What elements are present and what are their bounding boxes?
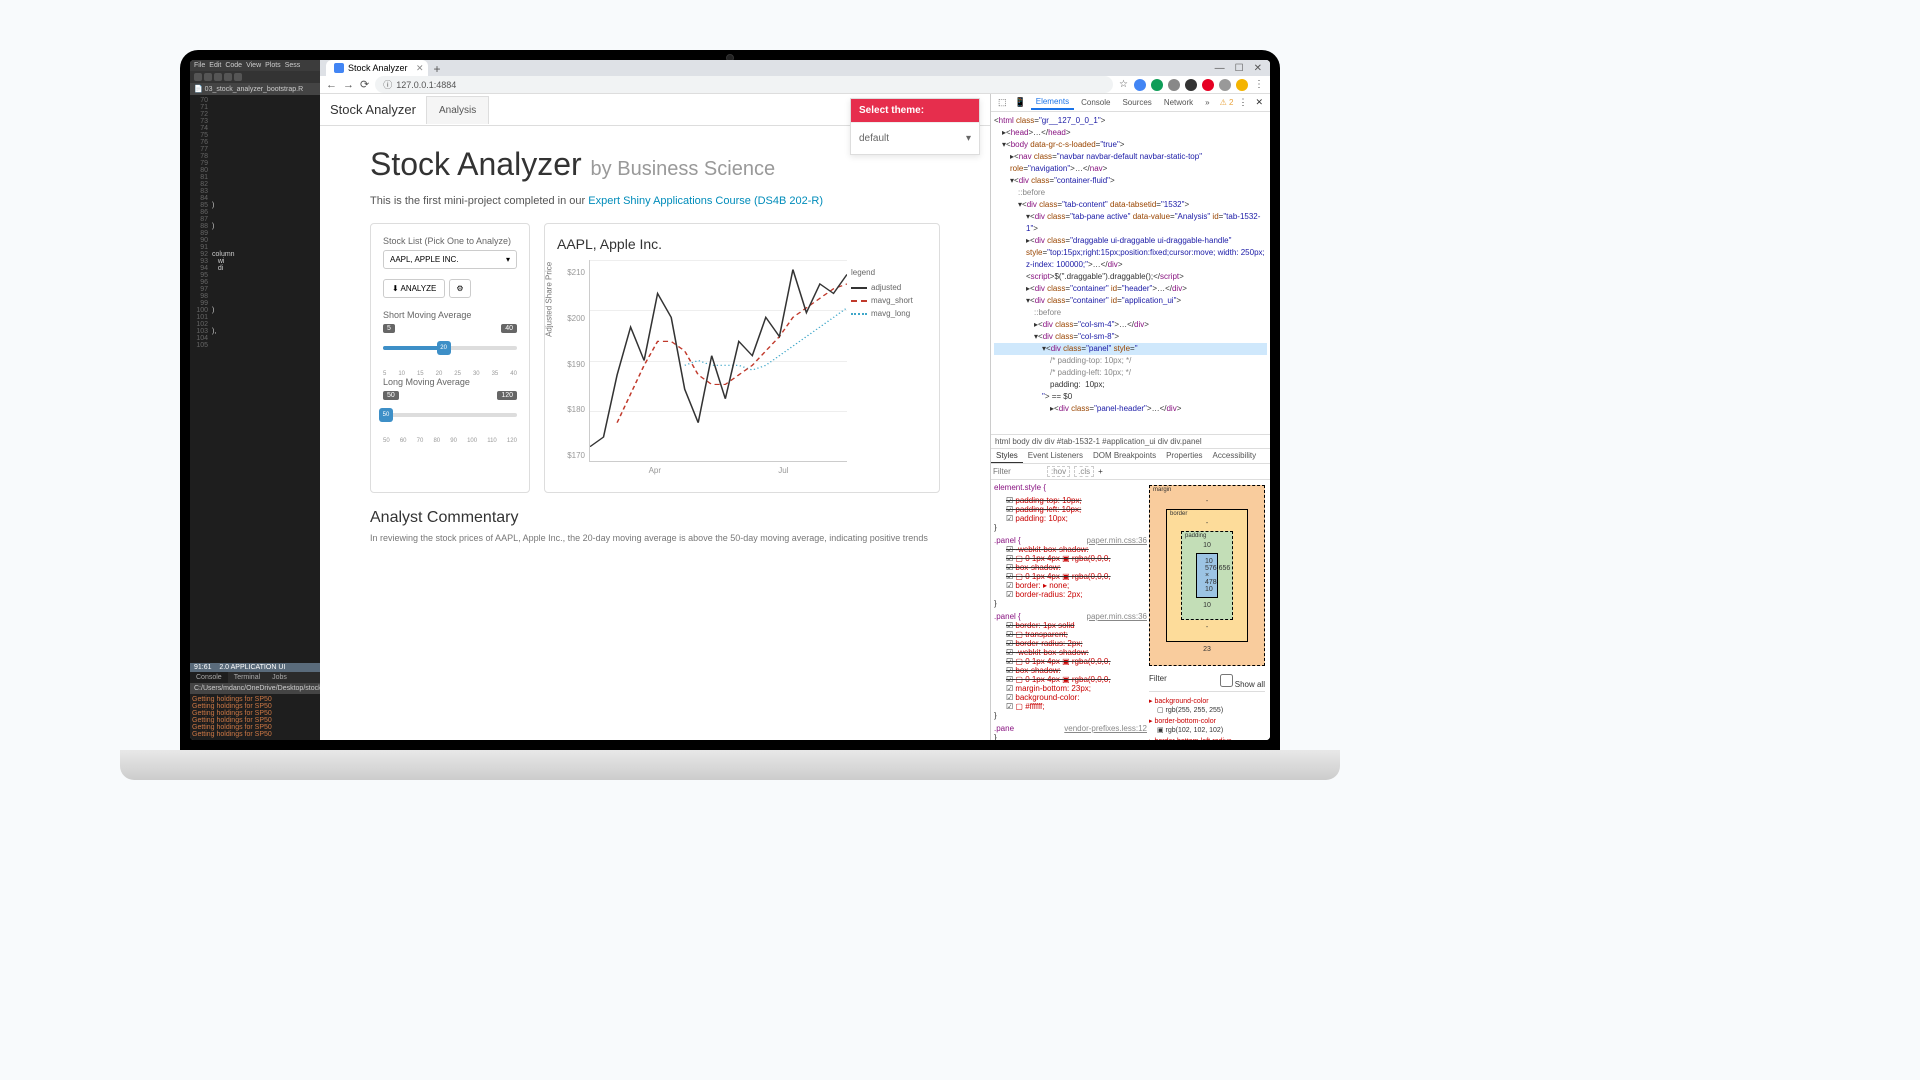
page-subtitle: by Business Science: [591, 158, 776, 180]
rstudio-toolbar[interactable]: [190, 71, 320, 83]
extension-icons[interactable]: [1134, 79, 1248, 91]
box-model: margin- border- padding10 10 576.656 × 4…: [1149, 485, 1265, 666]
rstudio-console-path: C:/Users/mdanc/OneDrive/Desktop/stock_a: [190, 683, 320, 694]
devtools-tabs[interactable]: ⬚ 📱 Elements Console Sources Network » ⚠…: [991, 94, 1270, 112]
tab-favicon: [334, 63, 344, 73]
intro-text: This is the first mini-project completed…: [370, 195, 940, 207]
back-button[interactable]: ←: [326, 79, 337, 91]
rstudio-code-editor[interactable]: 70717273747576777879808182838485)868788)…: [190, 95, 320, 663]
commentary-heading: Analyst Commentary: [370, 509, 940, 527]
sma-label: Short Moving Average: [383, 310, 517, 320]
lma-label: Long Moving Average: [383, 377, 517, 387]
y-axis-ticks: $210$200$190$180$170: [557, 260, 589, 480]
rstudio-window: FileEditCodeViewPlotsSess 📄 03_stock_ana…: [190, 60, 320, 740]
settings-button[interactable]: ⚙: [449, 279, 470, 298]
rstudio-status-band: 91:61 2.0 APPLICATION UI: [190, 663, 320, 672]
x-axis-ticks: AprJul: [590, 466, 847, 475]
dom-breadcrumb[interactable]: html body div div #tab-1532-1 #applicati…: [991, 434, 1270, 449]
nav-tab-analysis[interactable]: Analysis: [426, 96, 489, 124]
rstudio-console[interactable]: Getting holdings for SP50Getting holding…: [190, 694, 320, 740]
browser-tab[interactable]: Stock Analyzer ✕: [326, 60, 428, 76]
show-all-checkbox[interactable]: [1220, 674, 1233, 687]
app-brand: Stock Analyzer: [330, 102, 416, 117]
y-axis-label: Adjusted Share Price: [545, 262, 554, 337]
tab-title: Stock Analyzer: [348, 63, 408, 73]
info-icon: ⓘ: [383, 78, 392, 91]
address-bar[interactable]: ⓘ 127.0.0.1:4884: [375, 76, 1113, 93]
shiny-app: Stock Analyzer Analysis Select theme: de…: [320, 94, 990, 740]
controls-panel: Stock List (Pick One to Analyze) AAPL, A…: [370, 223, 530, 493]
dom-tree[interactable]: <html class="gr__127_0_0_1"> ▸<head>…</h…: [991, 112, 1270, 434]
stock-list-label: Stock List (Pick One to Analyze): [383, 236, 517, 246]
sma-slider[interactable]: 20: [383, 339, 517, 359]
styles-filter-input[interactable]: [993, 467, 1043, 476]
chrome-menu-icon[interactable]: ⋮: [1254, 79, 1264, 90]
devtools-close-icon[interactable]: ✕: [1252, 97, 1266, 108]
new-tab-button[interactable]: +: [434, 62, 441, 76]
gear-icon: ⚙: [456, 284, 463, 293]
lma-handle[interactable]: 50: [379, 408, 393, 422]
sma-handle[interactable]: 20: [437, 341, 451, 355]
window-close-button[interactable]: ✕: [1254, 63, 1262, 74]
rstudio-menubar[interactable]: FileEditCodeViewPlotsSess: [190, 60, 320, 71]
styles-pane[interactable]: element.style {☑ padding-top: 10px;☑ pad…: [991, 480, 1270, 741]
url-text: 127.0.0.1:4884: [396, 80, 456, 90]
rstudio-bottom-tabs[interactable]: ConsoleTerminalJobs: [190, 672, 320, 683]
commentary-text: In reviewing the stock prices of AAPL, A…: [370, 533, 940, 543]
chart-legend: legend adjusted mavg_short mavg_long: [847, 260, 927, 480]
chrome-devtools: ⬚ 📱 Elements Console Sources Network » ⚠…: [990, 94, 1270, 740]
course-link[interactable]: Expert Shiny Applications Course (DS4B 2…: [588, 195, 823, 207]
chrome-toolbar: ← → ⟳ ⓘ 127.0.0.1:4884 ☆ ⋮: [320, 76, 1270, 94]
reload-button[interactable]: ⟳: [360, 78, 369, 91]
bookmark-star-icon[interactable]: ☆: [1119, 79, 1128, 90]
lma-slider[interactable]: 50: [383, 406, 517, 426]
inspect-icon[interactable]: ⬚: [995, 97, 1010, 108]
chart-panel: AAPL, Apple Inc. Adjusted Share Price $2…: [544, 223, 940, 493]
chevron-down-icon: ▾: [506, 255, 510, 264]
devtools-menu-icon[interactable]: ⋮: [1235, 97, 1250, 108]
line-chart: [590, 260, 847, 461]
forward-button[interactable]: →: [343, 79, 354, 91]
plot-area: AprJul: [589, 260, 847, 462]
theme-selector-panel[interactable]: Select theme: default▾: [850, 98, 980, 155]
chart-title: AAPL, Apple Inc.: [557, 236, 927, 252]
theme-dropdown[interactable]: default▾: [851, 122, 979, 154]
window-maximize-button[interactable]: ☐: [1235, 63, 1244, 74]
analyze-button[interactable]: ⬇ ANALYZE: [383, 279, 445, 298]
computed-styles[interactable]: ▸ background-color▢ rgb(255, 255, 255)▸ …: [1149, 696, 1265, 741]
device-icon[interactable]: 📱: [1012, 97, 1029, 108]
styles-tabs[interactable]: StylesEvent ListenersDOM BreakpointsProp…: [991, 449, 1270, 464]
stock-select[interactable]: AAPL, APPLE INC.▾: [383, 250, 517, 269]
styles-filter-bar[interactable]: :hov .cls +: [991, 464, 1270, 480]
rstudio-editor-tab[interactable]: 📄 03_stock_analyzer_bootstrap.R: [190, 83, 320, 95]
chevron-down-icon: ▾: [966, 133, 971, 144]
chrome-tab-strip: Stock Analyzer ✕ + — ☐ ✕: [320, 60, 1270, 76]
chrome-window: Stock Analyzer ✕ + — ☐ ✕ ← → ⟳ ⓘ 127.0.0…: [320, 60, 1270, 740]
window-minimize-button[interactable]: —: [1215, 63, 1225, 74]
theme-panel-header: Select theme:: [851, 99, 979, 122]
tab-close-icon[interactable]: ✕: [416, 63, 424, 74]
